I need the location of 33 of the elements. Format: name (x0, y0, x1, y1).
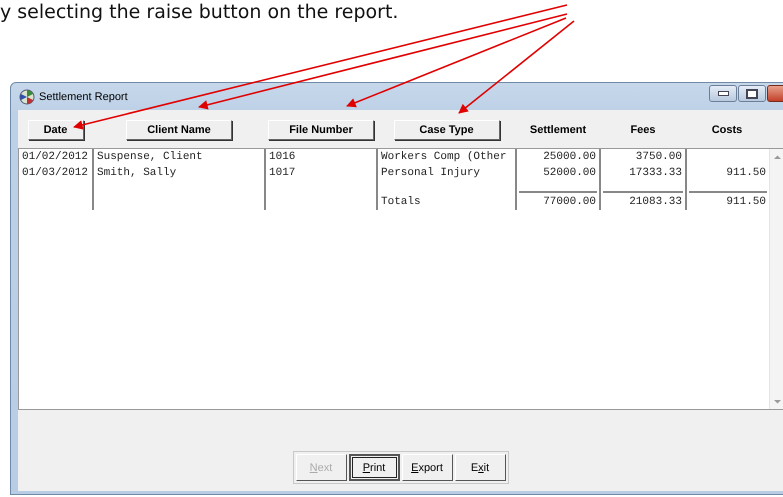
table-cell: Workers Comp (Other (381, 151, 506, 163)
table-cell: Personal Injury (381, 167, 480, 179)
column-header: Settlement (530, 124, 586, 136)
sort-button[interactable]: Case Type (394, 120, 500, 140)
action-button[interactable]: Exit (454, 454, 506, 481)
minimize-button[interactable] (709, 85, 737, 102)
table-cell: 911.50 (726, 167, 766, 179)
table-cell: 01/03/2012 (22, 167, 88, 179)
caption-text: y selecting the raise button on the report. (0, 0, 398, 24)
app-icon (19, 88, 35, 104)
table-cell: 1016 (269, 151, 296, 163)
table-cell: 3750.00 (636, 151, 682, 163)
maximize-button[interactable] (738, 85, 766, 102)
column-header: Fees (630, 124, 656, 136)
table-cell: 01/02/2012 (22, 151, 88, 163)
window-title: Settlement Report (39, 90, 128, 102)
table-cell: Smith, Sally (97, 167, 176, 179)
table-cell: 52000.00 (543, 167, 596, 179)
column-header: Costs (712, 124, 742, 136)
totals-label: Totals (381, 196, 421, 208)
action-button[interactable]: Export (402, 454, 452, 481)
scrollbar[interactable] (769, 149, 783, 409)
sort-button[interactable]: Date (28, 120, 84, 140)
sort-button[interactable]: File Number (268, 120, 374, 140)
sort-button[interactable]: Client Name (126, 120, 232, 140)
table-cell: Suspense, Client (97, 151, 203, 163)
total-cell: 21083.33 (629, 196, 682, 208)
total-cell: 911.50 (726, 196, 766, 208)
table-cell: 17333.33 (629, 167, 682, 179)
action-button[interactable]: Print (348, 454, 400, 481)
table-cell: 25000.00 (543, 151, 596, 163)
table-cell: 1017 (269, 167, 296, 179)
total-cell: 77000.00 (543, 196, 596, 208)
